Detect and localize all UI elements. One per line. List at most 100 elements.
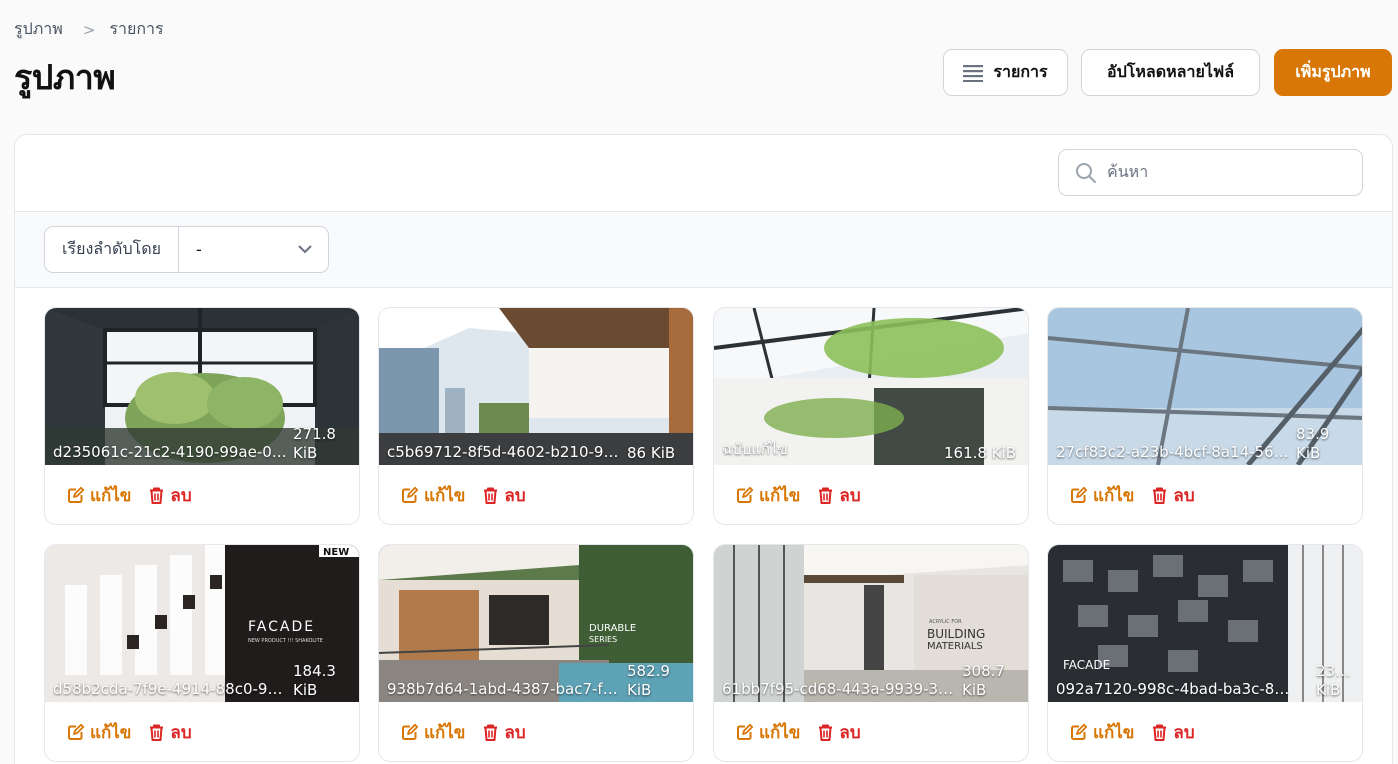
delete-label: ลบ xyxy=(839,723,861,743)
image-card[interactable]: ACRYLIC FOR BUILDING MATERIALS 61bb7f95-… xyxy=(713,544,1029,762)
image-filename: d58b2cda-7f9e-4914-88c0-9… xyxy=(53,680,283,698)
edit-label: แก้ไข xyxy=(424,486,466,506)
edit-button[interactable]: แก้ไข xyxy=(67,482,131,509)
image-filename: c5b69712-8f5d-4602-b210-978… xyxy=(387,443,622,461)
breadcrumb: รูปภาพ > รายการ xyxy=(14,17,164,42)
edit-label: แก้ไข xyxy=(424,723,466,743)
overlay-title: BUILDING xyxy=(927,627,985,641)
edit-icon xyxy=(68,487,84,503)
sort-label: เรียงลำดับโดย xyxy=(45,227,179,272)
sort-select[interactable]: เรียงลำดับโดย - xyxy=(44,226,329,273)
image-thumbnail[interactable]: ฉบับแก้ไข 161.8 KiB xyxy=(714,308,1028,465)
delete-button[interactable]: ลบ xyxy=(483,719,526,746)
edit-label: แก้ไข xyxy=(759,486,801,506)
image-filesize: 86 KiB xyxy=(627,444,676,462)
overlay-kicker: ACRYLIC FOR xyxy=(929,619,962,625)
delete-button[interactable]: ลบ xyxy=(149,482,192,509)
image-card[interactable]: 27cf83c2-a23b-4bcf-8a14-56e… 83.9 KiB แก… xyxy=(1047,307,1363,525)
trash-icon xyxy=(150,724,164,741)
delete-button[interactable]: ลบ xyxy=(1152,482,1195,509)
edit-icon xyxy=(402,724,418,740)
delete-button[interactable]: ลบ xyxy=(1152,719,1195,746)
list-view-button[interactable]: รายการ xyxy=(943,49,1068,96)
image-filename: ฉบับแก้ไข xyxy=(722,440,788,458)
delete-label: ลบ xyxy=(170,486,192,506)
image-filename: 092a7120-998c-4bad-ba3c-8… xyxy=(1056,680,1290,698)
delete-button[interactable]: ลบ xyxy=(149,719,192,746)
edit-button[interactable]: แก้ไข xyxy=(401,719,465,746)
edit-icon xyxy=(1071,487,1087,503)
edit-button[interactable]: แก้ไข xyxy=(401,482,465,509)
image-thumbnail[interactable]: d235061c-21c2-4190-99ae-0a… 271.8 KiB xyxy=(45,308,359,465)
delete-label: ลบ xyxy=(839,486,861,506)
edit-icon xyxy=(1071,724,1087,740)
delete-label: ลบ xyxy=(504,723,526,743)
edit-button[interactable]: แก้ไข xyxy=(736,482,800,509)
edit-label: แก้ไข xyxy=(759,723,801,743)
overlay-subtitle: NEW PRODUCT !!! SHAKOLITE xyxy=(248,638,323,644)
card-actions: แก้ไข ลบ xyxy=(67,719,192,746)
delete-button[interactable]: ลบ xyxy=(483,482,526,509)
image-filesize: 184.3 KiB xyxy=(293,662,336,699)
edit-button[interactable]: แก้ไข xyxy=(1070,719,1134,746)
search-icon xyxy=(1076,162,1096,183)
image-filesize: 83.9 KiB xyxy=(1296,425,1330,462)
delete-label: ลบ xyxy=(1173,486,1195,506)
edit-label: แก้ไข xyxy=(1093,486,1135,506)
edit-icon xyxy=(402,487,418,503)
trash-icon xyxy=(1153,487,1167,504)
sort-value: - xyxy=(196,240,202,259)
card-actions: แก้ไข ลบ xyxy=(736,482,861,509)
image-thumbnail[interactable]: NEW FACADE NEW PRODUCT !!! SHAKOLITE d58… xyxy=(45,545,359,702)
chevron-down-icon xyxy=(298,245,312,254)
image-thumbnail[interactable]: FACADE 092a7120-998c-4bad-ba3c-8… 23… Ki… xyxy=(1048,545,1362,702)
card-actions: แก้ไข ลบ xyxy=(736,719,861,746)
image-thumbnail[interactable]: 27cf83c2-a23b-4bcf-8a14-56e… 83.9 KiB xyxy=(1048,308,1362,465)
image-filename: 61bb7f95-cd68-443a-9939-3… xyxy=(722,680,954,698)
delete-button[interactable]: ลบ xyxy=(818,482,861,509)
search-input[interactable]: ค้นหา xyxy=(1058,149,1363,196)
delete-label: ลบ xyxy=(1173,723,1195,743)
image-card[interactable]: d235061c-21c2-4190-99ae-0a… 271.8 KiB แก… xyxy=(44,307,360,525)
delete-button[interactable]: ลบ xyxy=(818,719,861,746)
card-actions: แก้ไข ลบ xyxy=(401,719,526,746)
image-table-panel: ค้นหา เรียงลำดับโดย - d235061c-21c2-4190… xyxy=(14,134,1393,764)
image-card[interactable]: c5b69712-8f5d-4602-b210-978… 86 KiB แก้ไ… xyxy=(378,307,694,525)
breadcrumb-parent-link[interactable]: รูปภาพ xyxy=(14,17,63,42)
sort-bar: เรียงลำดับโดย - xyxy=(15,211,1392,288)
image-filename: 27cf83c2-a23b-4bcf-8a14-56e… xyxy=(1056,443,1291,461)
upload-multiple-label: อัปโหลดหลายไฟล์ xyxy=(1107,62,1234,81)
image-thumbnail[interactable]: c5b69712-8f5d-4602-b210-978… 86 KiB xyxy=(379,308,693,465)
card-actions: แก้ไข ลบ xyxy=(1070,719,1195,746)
overlay-badge: NEW xyxy=(323,547,349,558)
edit-icon xyxy=(68,724,84,740)
overlay-title: FACADE xyxy=(1063,658,1110,672)
trash-icon xyxy=(819,724,833,741)
add-image-label: เพิ่มรูปภาพ xyxy=(1295,62,1371,81)
delete-label: ลบ xyxy=(504,486,526,506)
edit-label: แก้ไข xyxy=(90,723,132,743)
upload-multiple-button[interactable]: อัปโหลดหลายไฟล์ xyxy=(1081,49,1260,96)
edit-button[interactable]: แก้ไข xyxy=(736,719,800,746)
image-thumbnail[interactable]: ACRYLIC FOR BUILDING MATERIALS 61bb7f95-… xyxy=(714,545,1028,702)
image-card[interactable]: NEW FACADE NEW PRODUCT !!! SHAKOLITE d58… xyxy=(44,544,360,762)
image-card[interactable]: DURABLE SERIES 938b7d64-1abd-4387-bac7-f… xyxy=(378,544,694,762)
trash-icon xyxy=(484,487,498,504)
edit-icon xyxy=(737,487,753,503)
image-thumbnail[interactable]: DURABLE SERIES 938b7d64-1abd-4387-bac7-f… xyxy=(379,545,693,702)
list-view-label: รายการ xyxy=(993,62,1048,81)
image-card[interactable]: ฉบับแก้ไข 161.8 KiB แก้ไข ลบ xyxy=(713,307,1029,525)
image-card[interactable]: FACADE 092a7120-998c-4bad-ba3c-8… 23… Ki… xyxy=(1047,544,1363,762)
add-image-button[interactable]: เพิ่มรูปภาพ xyxy=(1274,49,1392,96)
image-filesize: 308.7 KiB xyxy=(962,662,1005,699)
card-actions: แก้ไข ลบ xyxy=(1070,482,1195,509)
overlay-subtitle: MATERIALS xyxy=(927,641,983,652)
edit-label: แก้ไข xyxy=(90,486,132,506)
edit-button[interactable]: แก้ไข xyxy=(67,719,131,746)
breadcrumb-current: รายการ xyxy=(109,19,164,38)
breadcrumb-separator-icon: > xyxy=(82,20,96,39)
image-filename: 938b7d64-1abd-4387-bac7-f… xyxy=(387,680,618,698)
edit-button[interactable]: แก้ไข xyxy=(1070,482,1134,509)
image-filesize: 161.8 KiB xyxy=(943,444,1016,462)
edit-icon xyxy=(737,724,753,740)
